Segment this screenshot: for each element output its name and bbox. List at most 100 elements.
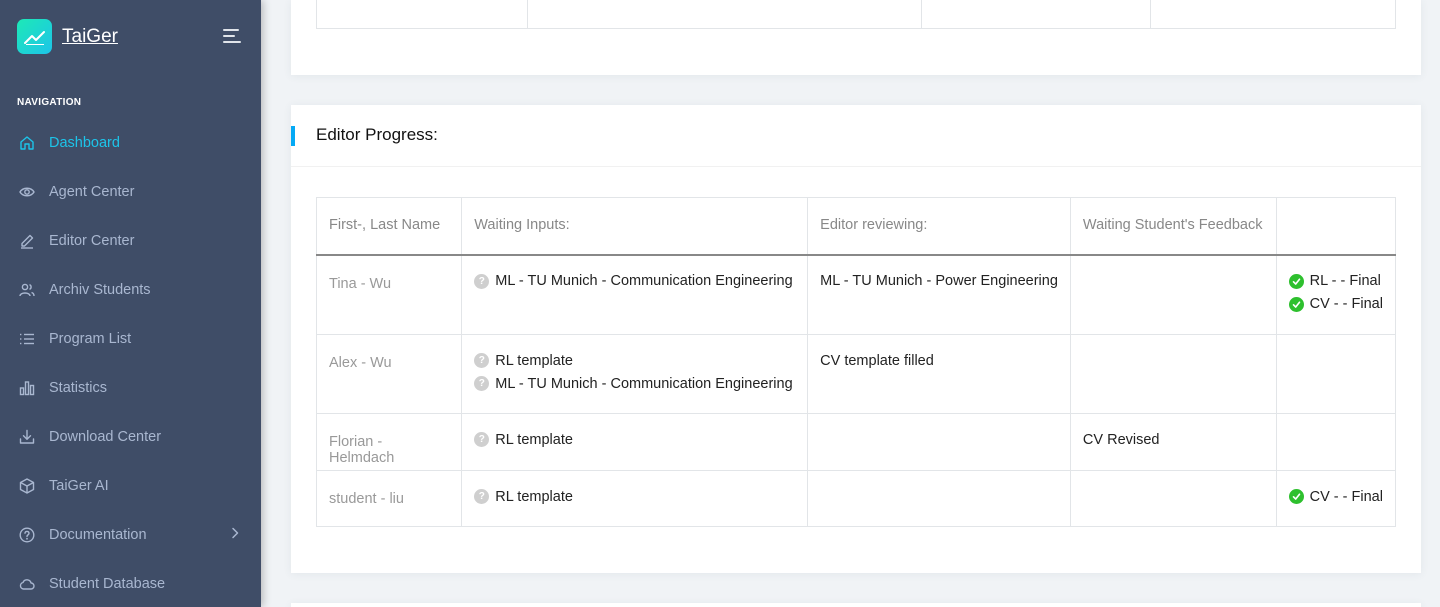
brand[interactable]: TaiGer	[17, 19, 118, 54]
home-icon	[19, 135, 35, 151]
nav-label: Program List	[49, 330, 132, 347]
waiting-feedback-cell	[1069, 334, 1277, 414]
document-item[interactable]: ? ML - TU Munich - Communication Engineer…	[474, 372, 795, 395]
table-row: Florian - Helmdach ? RL template CV Revis…	[315, 413, 1397, 471]
waiting-inputs-cell: ? ML - TU Munich - Communication Engineer…	[461, 254, 809, 335]
table-row: student - liu ? RL template CV - - Final	[315, 470, 1397, 527]
table-header-row: First-, Last Name Waiting Inputs: Editor…	[315, 197, 1397, 256]
pencil-icon	[19, 233, 35, 249]
document-item[interactable]: RL - - Final	[1288, 270, 1383, 293]
final-cell	[1275, 413, 1397, 471]
table-row: Tina - Wu ? ML - TU Munich - Communicatio…	[315, 254, 1397, 335]
table-divider	[1150, 0, 1151, 29]
waiting-inputs-cell: ? RL template	[461, 413, 809, 471]
document-item[interactable]: ML - TU Munich - Power Engineering	[820, 270, 1058, 293]
editor-reviewing-cell: ML - TU Munich - Power Engineering	[807, 254, 1071, 335]
nav-item-taiger-ai[interactable]: TaiGer AI	[0, 461, 261, 510]
previous-table	[316, 0, 1396, 29]
editor-reviewing-cell	[807, 470, 1071, 527]
student-name[interactable]: student - liu	[315, 470, 463, 527]
final-cell: RL - - Final CV - - Final	[1275, 254, 1397, 335]
nav-list: Dashboard Agent Center Editor Center Arc…	[0, 118, 261, 607]
waiting-feedback-cell	[1069, 254, 1277, 335]
column-header-final	[1275, 197, 1397, 256]
document-item[interactable]: CV Revised	[1083, 428, 1264, 451]
card-title: Editor Progress:	[316, 125, 438, 144]
box-icon	[19, 477, 35, 494]
document-label: ML - TU Munich - Communication Engineeri…	[495, 375, 793, 392]
nav-item-statistics[interactable]: Statistics	[0, 363, 261, 412]
document-item[interactable]: ? RL template	[474, 349, 795, 372]
previous-card	[291, 0, 1421, 75]
nav-label: Editor Center	[49, 232, 135, 249]
nav-label: Download Center	[49, 428, 162, 445]
card-header: Editor Progress:	[291, 105, 1421, 167]
column-header-waiting-inputs: Waiting Inputs:	[461, 197, 809, 256]
header-accent-bar	[291, 126, 295, 146]
document-label: RL - - Final	[1309, 273, 1381, 289]
waiting-feedback-cell	[1069, 470, 1277, 527]
document-label: ML - TU Munich - Communication Engineeri…	[495, 273, 793, 289]
column-header-editor-reviewing: Editor reviewing:	[807, 197, 1071, 256]
question-icon: ?	[474, 489, 490, 504]
bar-chart-icon	[19, 380, 35, 396]
final-cell: CV - - Final	[1275, 470, 1397, 527]
document-item[interactable]: ? ML - TU Munich - Communication Engineer…	[474, 270, 795, 293]
editor-progress-table: First-, Last Name Waiting Inputs: Editor…	[315, 197, 1397, 527]
student-name[interactable]: Alex - Wu	[315, 334, 463, 414]
column-header-waiting-feedback: Waiting Student's Feedback	[1069, 197, 1277, 256]
waiting-inputs-cell: ? RL template	[461, 470, 809, 527]
editor-reviewing-cell: CV template filled	[807, 334, 1071, 414]
waiting-feedback-cell: CV Revised	[1069, 413, 1277, 471]
question-icon: ?	[474, 353, 490, 368]
document-item[interactable]: CV template filled	[820, 349, 1058, 372]
question-icon: ?	[474, 432, 490, 447]
chevron-right-icon	[231, 527, 239, 543]
next-card	[291, 603, 1421, 607]
table-row: Alex - Wu ? RL template ? ML - TU Munich -…	[315, 334, 1397, 414]
nav-label: TaiGer AI	[49, 477, 109, 494]
nav-item-dashboard[interactable]: Dashboard	[0, 118, 261, 167]
nav-item-editor-center[interactable]: Editor Center	[0, 216, 261, 265]
document-item[interactable]: CV - - Final	[1288, 485, 1383, 508]
document-label: RL template	[495, 352, 573, 369]
list-icon	[19, 331, 35, 347]
document-label: CV template filled	[820, 352, 934, 369]
document-item[interactable]: CV - - Final	[1288, 293, 1383, 316]
editor-reviewing-cell	[807, 413, 1071, 471]
document-label: CV - - Final	[1309, 296, 1383, 312]
document-label: RL template	[495, 488, 573, 505]
nav-item-download-center[interactable]: Download Center	[0, 412, 261, 461]
question-icon: ?	[474, 273, 490, 289]
check-circle-icon	[1288, 296, 1304, 312]
nav-caption: NAVIGATION	[17, 97, 82, 108]
nav-item-student-database[interactable]: Student Database	[0, 559, 261, 607]
document-label: CV Revised	[1082, 431, 1160, 448]
nav-item-archiv-students[interactable]: Archiv Students	[0, 265, 261, 314]
student-name[interactable]: Tina - Wu	[315, 254, 463, 335]
menu-toggle-icon[interactable]	[223, 29, 241, 43]
question-icon: ?	[474, 376, 490, 391]
check-circle-icon	[1288, 273, 1304, 289]
nav-label: Agent Center	[49, 183, 135, 200]
users-icon	[19, 282, 35, 298]
student-name[interactable]: Florian - Helmdach	[315, 413, 463, 471]
nav-item-program-list[interactable]: Program List	[0, 314, 261, 363]
eye-icon	[19, 184, 35, 200]
nav-label: Documentation	[49, 526, 147, 543]
editor-progress-card: Editor Progress: First-, Last Name Waiti…	[291, 105, 1421, 573]
nav-item-documentation[interactable]: Documentation	[0, 510, 261, 559]
cloud-icon	[19, 576, 35, 592]
trending-up-icon	[17, 19, 52, 54]
document-label: CV - - Final	[1309, 488, 1383, 505]
nav-label: Archiv Students	[49, 281, 151, 298]
document-item[interactable]: ? RL template	[474, 428, 795, 451]
nav-label: Student Database	[49, 575, 166, 592]
help-circle-icon	[19, 526, 35, 543]
document-item[interactable]: ? RL template	[474, 485, 795, 508]
brand-name[interactable]: TaiGer	[62, 26, 118, 48]
document-label: ML - TU Munich - Power Engineering	[820, 273, 1058, 289]
nav-item-agent-center[interactable]: Agent Center	[0, 167, 261, 216]
document-label: RL template	[495, 431, 573, 448]
column-header-name: First-, Last Name	[315, 197, 463, 256]
